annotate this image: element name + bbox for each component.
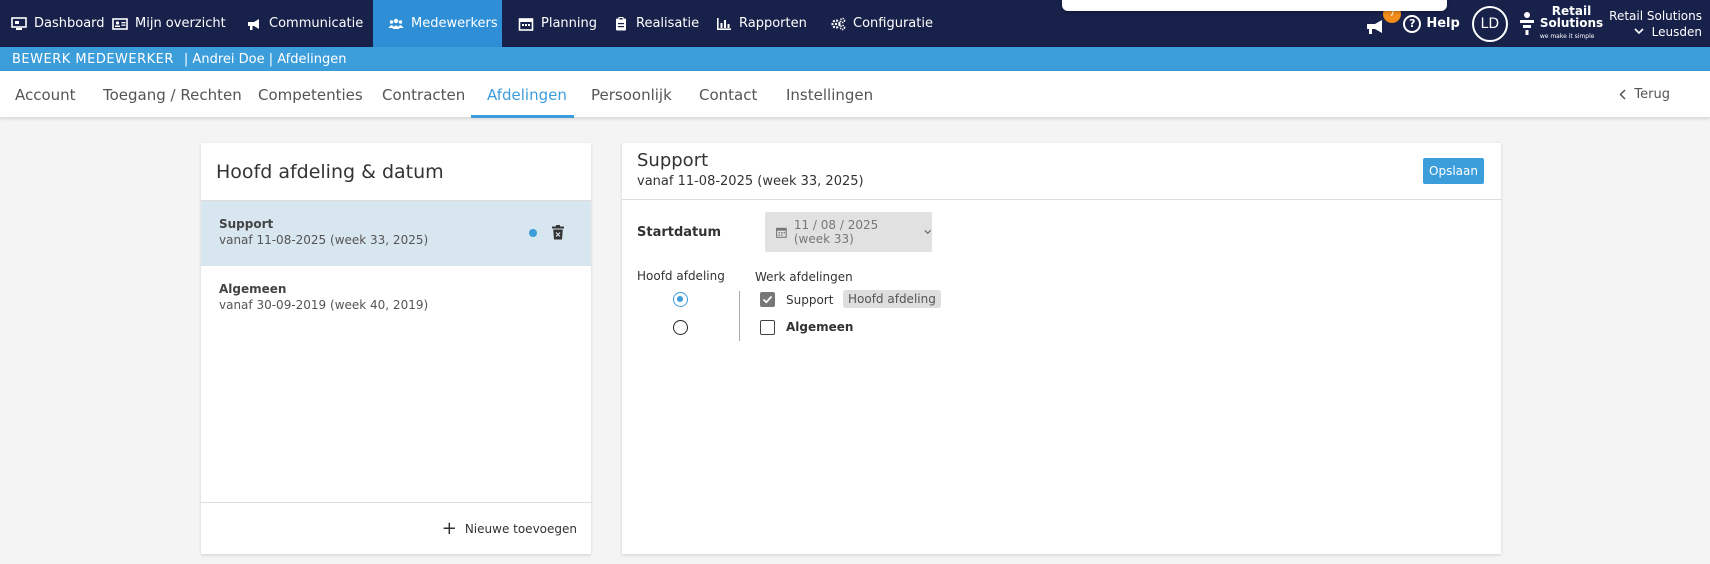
department-history-panel: Hoofd afdeling & datum Support vanaf 11-… bbox=[201, 143, 591, 554]
hoofd-radio-algemeen[interactable] bbox=[673, 320, 688, 335]
logo-text-line2: Solutions bbox=[1539, 15, 1604, 30]
nav-label: Mijn overzicht bbox=[135, 16, 226, 31]
save-button[interactable]: Opslaan bbox=[1423, 158, 1484, 184]
check-icon bbox=[762, 295, 773, 304]
tab-account[interactable]: Account bbox=[15, 71, 76, 118]
tab-contracten[interactable]: Contracten bbox=[382, 71, 465, 118]
monitor-icon bbox=[11, 16, 27, 31]
add-new-label: Nieuwe toevoegen bbox=[464, 521, 577, 536]
department-detail-panel: Support vanaf 11-08-2025 (week 33, 2025)… bbox=[622, 143, 1501, 554]
nav-label: Configuratie bbox=[853, 16, 933, 31]
help-label: Help bbox=[1426, 16, 1460, 31]
company-name: Retail Solutions bbox=[1609, 8, 1702, 23]
start-date-value: 11 / 08 / 2025 (week 33) bbox=[793, 218, 879, 246]
logo-mark-icon bbox=[1519, 11, 1534, 35]
chevron-left-icon bbox=[1619, 89, 1626, 100]
nav-label: Communicatie bbox=[269, 16, 364, 31]
announcements-button[interactable]: 7 bbox=[1365, 4, 1402, 37]
tab-bar: Account Toegang / Rechten Competenties C… bbox=[0, 71, 1710, 118]
tab-toegang-rechten[interactable]: Toegang / Rechten bbox=[103, 71, 242, 118]
company-location: Leusden bbox=[1651, 24, 1702, 39]
panel-title: Hoofd afdeling & datum bbox=[201, 143, 591, 201]
hoofd-afdeling-label: Hoofd afdeling bbox=[637, 269, 725, 283]
help-button[interactable]: ? Help bbox=[1403, 14, 1460, 33]
werk-afdelingen-label: Werk afdelingen bbox=[755, 270, 853, 284]
plus-icon: + bbox=[441, 517, 457, 539]
back-label: Terug bbox=[1634, 87, 1670, 102]
back-button[interactable]: Terug bbox=[1619, 71, 1670, 118]
start-date-picker[interactable]: 11 / 08 / 2025 (week 33) bbox=[765, 212, 932, 252]
list-item-algemeen[interactable]: Algemeen vanaf 30-09-2019 (week 40, 2019… bbox=[201, 266, 591, 331]
users-icon bbox=[388, 17, 404, 31]
chevron-down-icon bbox=[1634, 28, 1644, 35]
list-item-name: Support bbox=[219, 217, 274, 231]
bar-chart-icon bbox=[716, 17, 732, 31]
nav-item-planning[interactable]: Planning bbox=[502, 0, 602, 47]
active-indicator-dot bbox=[529, 229, 537, 237]
nav-label: Planning bbox=[541, 16, 597, 31]
active-tab-indicator bbox=[471, 115, 574, 118]
dropdown-popup bbox=[1062, 0, 1447, 11]
nav-item-communicatie[interactable]: Communicatie bbox=[235, 0, 373, 47]
chevron-down-icon bbox=[924, 229, 932, 235]
detail-header: Support vanaf 11-08-2025 (week 33, 2025)… bbox=[622, 143, 1501, 200]
tab-instellingen[interactable]: Instellingen bbox=[786, 71, 873, 118]
werk-label-support: Support bbox=[786, 293, 834, 307]
add-new-button[interactable]: + Nieuwe toevoegen bbox=[201, 502, 591, 554]
detail-title: Support bbox=[637, 150, 709, 171]
breadcrumb: | Andrei Doe | Afdelingen bbox=[183, 51, 347, 67]
page-title: BEWERK MEDEWERKER bbox=[12, 51, 174, 67]
werk-checkbox-support[interactable] bbox=[760, 292, 775, 307]
tab-persoonlijk[interactable]: Persoonlijk bbox=[591, 71, 672, 118]
tab-contact[interactable]: Contact bbox=[699, 71, 757, 118]
nav-label: Dashboard bbox=[34, 16, 105, 31]
question-icon: ? bbox=[1403, 14, 1422, 33]
calendar-icon bbox=[776, 227, 787, 238]
nav-item-medewerkers[interactable]: Medewerkers bbox=[373, 0, 502, 47]
trash-icon[interactable] bbox=[552, 225, 564, 240]
start-date-label: Startdatum bbox=[637, 225, 722, 240]
list-item-date: vanaf 30-09-2019 (week 40, 2019) bbox=[219, 298, 429, 312]
werk-label-algemeen: Algemeen bbox=[786, 320, 854, 334]
list-item-name: Algemeen bbox=[219, 282, 287, 296]
nav-item-dashboard[interactable]: Dashboard bbox=[0, 0, 105, 47]
nav-label: Rapporten bbox=[739, 16, 807, 31]
gears-icon bbox=[830, 17, 846, 31]
id-card-icon bbox=[112, 17, 128, 31]
company-logo: Retail Solutions we make it simple bbox=[1519, 5, 1603, 43]
tab-competenties[interactable]: Competenties bbox=[258, 71, 363, 118]
detail-subtitle: vanaf 11-08-2025 (week 33, 2025) bbox=[637, 174, 864, 189]
list-item-date: vanaf 11-08-2025 (week 33, 2025) bbox=[219, 233, 429, 247]
tab-afdelingen[interactable]: Afdelingen bbox=[487, 71, 567, 118]
nav-item-realisatie[interactable]: Realisatie bbox=[602, 0, 705, 47]
nav-item-mijn-overzicht[interactable]: Mijn overzicht bbox=[101, 0, 235, 47]
logo-text-line1: Retail bbox=[1551, 3, 1592, 18]
list-item-support[interactable]: Support vanaf 11-08-2025 (week 33, 2025) bbox=[201, 201, 591, 266]
column-divider bbox=[739, 291, 740, 341]
clipboard-icon bbox=[613, 16, 629, 31]
nav-label: Medewerkers bbox=[411, 16, 498, 31]
nav-label: Realisatie bbox=[636, 16, 700, 31]
hoofd-afdeling-tag: Hoofd afdeling bbox=[843, 290, 941, 308]
nav-item-rapporten[interactable]: Rapporten bbox=[705, 0, 819, 47]
calendar-icon bbox=[518, 17, 534, 31]
avatar[interactable]: LD bbox=[1471, 5, 1508, 42]
werk-checkbox-algemeen[interactable] bbox=[760, 320, 775, 335]
megaphone-icon bbox=[246, 17, 262, 31]
hoofd-radio-support[interactable] bbox=[673, 292, 688, 307]
company-selector[interactable]: Retail Solutions Leusden bbox=[1609, 8, 1710, 40]
top-navigation: Dashboard Mijn overzicht Communicatie Me… bbox=[0, 0, 1710, 47]
page-subheader: BEWERK MEDEWERKER | Andrei Doe | Afdelin… bbox=[0, 47, 1710, 71]
logo-tagline: we make it simple bbox=[1539, 32, 1595, 40]
nav-item-configuratie[interactable]: Configuratie bbox=[819, 0, 939, 47]
